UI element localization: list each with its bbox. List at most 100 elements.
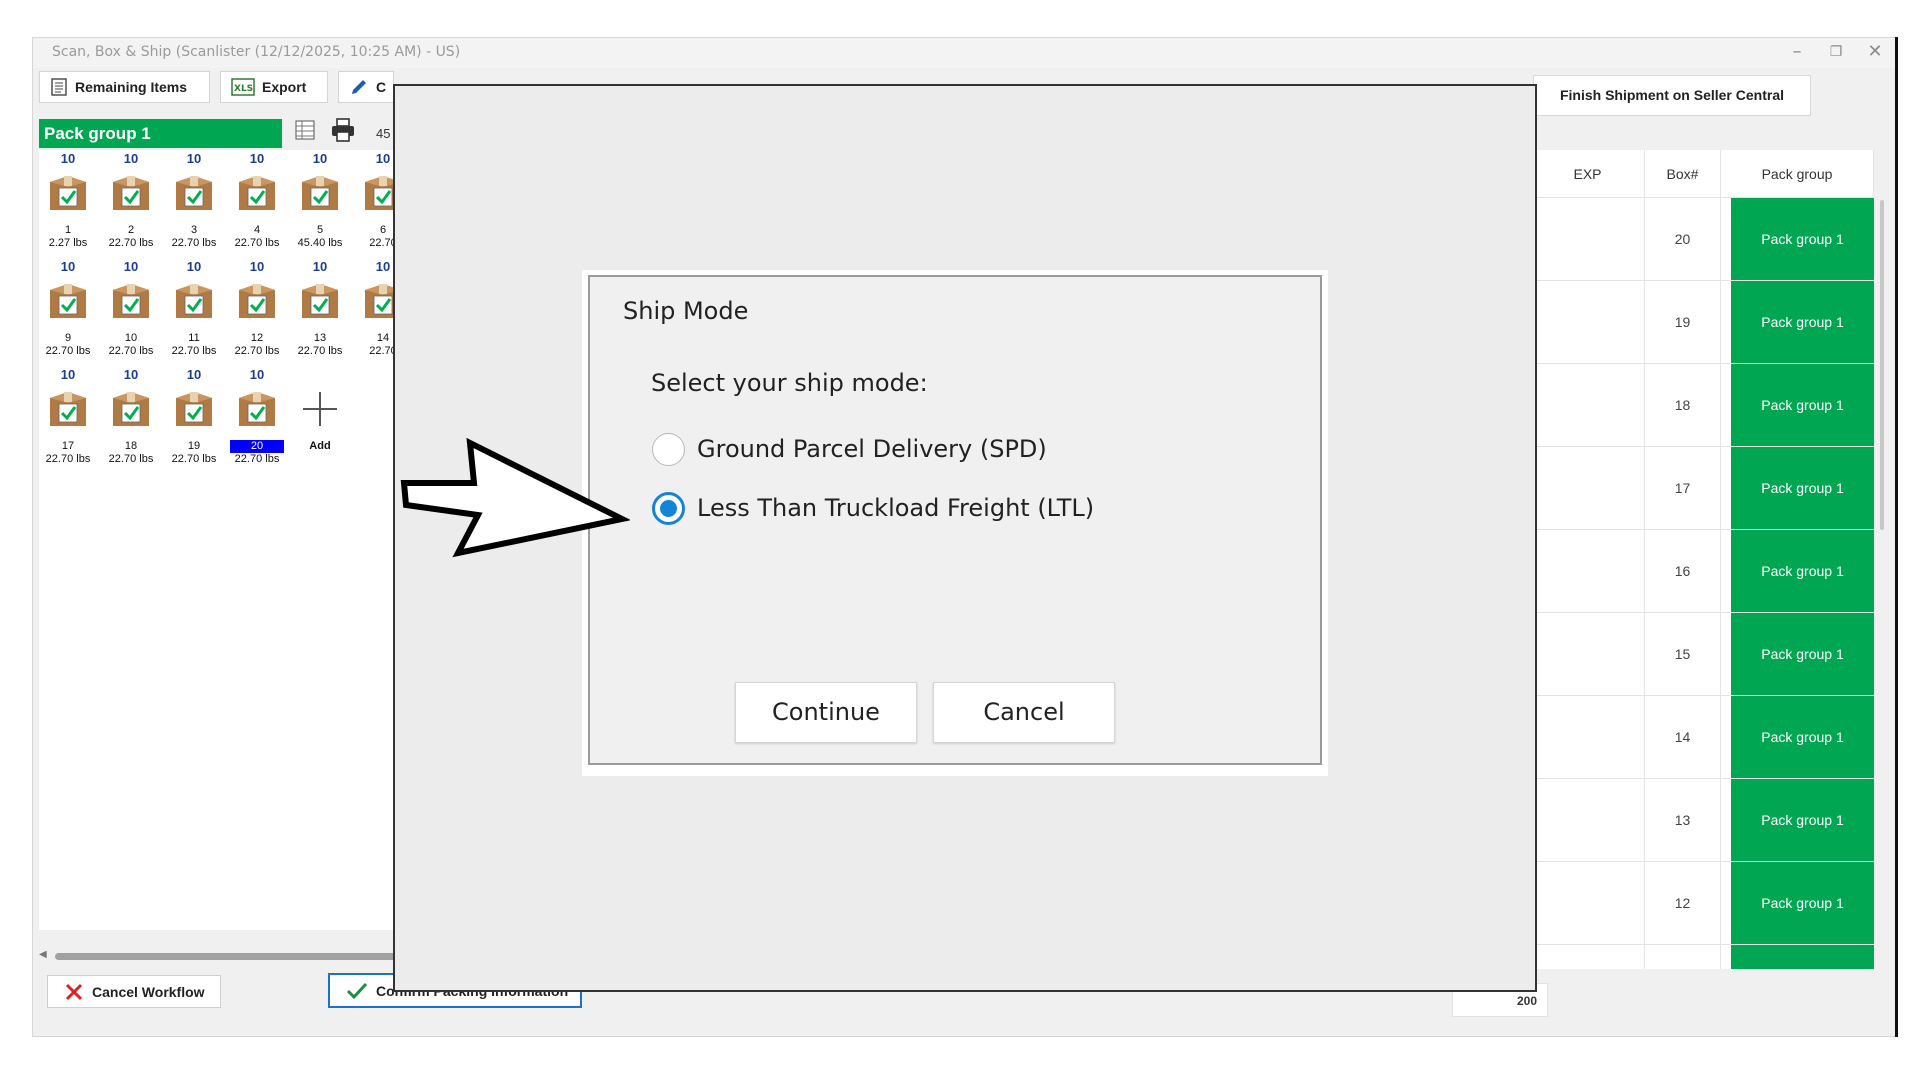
- pack-group-cell[interactable]: [1731, 945, 1874, 969]
- radio-ltl[interactable]: [652, 491, 685, 525]
- box-item-count: 10: [312, 259, 328, 274]
- box-check-icon: [174, 174, 214, 212]
- box-tile[interactable]: 10 2 22.70 lbs: [102, 150, 160, 260]
- remaining-items-label: Remaining Items: [75, 79, 188, 95]
- box-number-cell: 14: [1645, 696, 1721, 778]
- box-check-icon: [111, 282, 151, 320]
- box-weight: 22.70 lbs: [234, 453, 280, 465]
- box-tile[interactable]: 10 11 22.70 lbs: [165, 258, 223, 368]
- pack-group-cell[interactable]: Pack group 1: [1731, 530, 1874, 612]
- scroll-thumb[interactable]: [55, 953, 397, 960]
- box-tile[interactable]: 10 20 22.70 lbs: [228, 366, 286, 476]
- export-label: Export: [262, 79, 307, 95]
- horizontal-scrollbar[interactable]: ◀: [39, 949, 399, 961]
- option-spd-label[interactable]: Ground Parcel Delivery (SPD): [697, 435, 1047, 463]
- exp-cell: [1531, 613, 1645, 695]
- remaining-items-button[interactable]: Remaining Items: [39, 71, 210, 103]
- pack-group-cell[interactable]: Pack group 1: [1731, 779, 1874, 861]
- edit-button[interactable]: C: [338, 71, 394, 103]
- box-number-cell: 20: [1645, 198, 1721, 280]
- window-title: Scan, Box & Ship (Scanlister (12/12/2025…: [52, 44, 461, 60]
- scroll-left-icon[interactable]: ◀: [39, 949, 47, 960]
- exp-cell: [1531, 530, 1645, 612]
- pack-group-partial-value: 45: [376, 126, 391, 141]
- dialog-title: Ship Mode: [623, 297, 749, 325]
- box-tile[interactable]: 10 18 22.70 lbs: [102, 366, 160, 476]
- cancel-button[interactable]: Cancel: [933, 682, 1115, 743]
- box-weight: 2.27 lbs: [48, 237, 88, 249]
- box-tile[interactable]: 10 10 22.70 lbs: [102, 258, 160, 368]
- exp-cell: [1531, 945, 1645, 969]
- table-row[interactable]: 16 Pack group 1: [1531, 530, 1874, 613]
- minimize-button[interactable]: –: [1785, 41, 1809, 65]
- table-row[interactable]: 14 Pack group 1: [1531, 696, 1874, 779]
- box-tile[interactable]: 10 17 22.70 lbs: [39, 366, 97, 476]
- restore-button[interactable]: ❐: [1824, 41, 1848, 65]
- table-row[interactable]: [1531, 945, 1874, 969]
- pack-group-cell[interactable]: Pack group 1: [1731, 862, 1874, 944]
- box-number: 2: [102, 224, 160, 237]
- table-row[interactable]: 12 Pack group 1: [1531, 862, 1874, 945]
- box-weight: 45.40 lbs: [297, 237, 343, 249]
- box-tile[interactable]: 10 3 22.70 lbs: [165, 150, 223, 260]
- arrow-pointer-icon: [400, 437, 630, 558]
- box-tile[interactable]: 10 12 22.70 lbs: [228, 258, 286, 368]
- export-button[interactable]: XLS Export: [220, 71, 328, 103]
- pack-group-cell[interactable]: Pack group 1: [1731, 696, 1874, 778]
- box-tile[interactable]: 10 13 22.70 lbs: [291, 258, 349, 368]
- pack-group-cell[interactable]: Pack group 1: [1731, 198, 1874, 280]
- ship-mode-dialog: Ship Mode Select your ship mode: Ground …: [588, 275, 1322, 765]
- box-number: 11: [165, 332, 223, 345]
- window-edge: [1895, 37, 1898, 1037]
- box-tile[interactable]: 10 19 22.70 lbs: [165, 366, 223, 476]
- box-check-icon: [174, 390, 214, 428]
- box-item-count: 10: [123, 151, 139, 166]
- box-weight: 22.70 lbs: [234, 237, 280, 249]
- option-ltl-label[interactable]: Less Than Truckload Freight (LTL): [697, 494, 1094, 522]
- box-number-cell: 18: [1645, 364, 1721, 446]
- box-number-cell: 13: [1645, 779, 1721, 861]
- pencil-icon: [352, 80, 366, 94]
- close-x-icon: [65, 983, 83, 1000]
- box-table: EXP Box# Pack group 20 Pack group 1 19 Pack…: [1530, 150, 1874, 969]
- vertical-scrollbar[interactable]: [1880, 200, 1884, 530]
- exp-cell: [1531, 364, 1645, 446]
- box-weight: 22.70 lbs: [108, 453, 154, 465]
- table-row[interactable]: 20 Pack group 1: [1531, 198, 1874, 281]
- col-header-exp[interactable]: EXP: [1531, 150, 1645, 198]
- col-header-box[interactable]: Box#: [1645, 150, 1721, 198]
- box-tile[interactable]: 10 5 45.40 lbs: [291, 150, 349, 260]
- box-number: 9: [39, 332, 97, 345]
- pack-group-cell[interactable]: Pack group 1: [1731, 364, 1874, 446]
- box-weight: 22.70 lbs: [108, 345, 154, 357]
- box-tile[interactable]: 10 4 22.70 lbs: [228, 150, 286, 260]
- col-header-pack-group[interactable]: Pack group: [1721, 150, 1874, 198]
- cancel-workflow-button[interactable]: Cancel Workflow: [47, 975, 221, 1008]
- pack-group-header[interactable]: Pack group 1: [39, 119, 282, 148]
- finish-shipment-button[interactable]: Finish Shipment on Seller Central: [1533, 75, 1811, 116]
- grid-icon[interactable]: [294, 119, 316, 141]
- close-button[interactable]: ✕: [1863, 41, 1887, 65]
- box-number: 4: [228, 224, 286, 237]
- radio-spd[interactable]: [652, 432, 685, 466]
- option-spd[interactable]: Ground Parcel Delivery (SPD): [652, 429, 1047, 469]
- option-ltl[interactable]: Less Than Truckload Freight (LTL): [652, 488, 1094, 528]
- continue-button[interactable]: Continue: [735, 682, 917, 743]
- table-row[interactable]: 15 Pack group 1: [1531, 613, 1874, 696]
- box-item-count: 10: [186, 151, 202, 166]
- table-row[interactable]: 18 Pack group 1: [1531, 364, 1874, 447]
- box-item-count: 10: [249, 367, 265, 382]
- table-row[interactable]: 13 Pack group 1: [1531, 779, 1874, 862]
- box-tile[interactable]: 10 9 22.70 lbs: [39, 258, 97, 368]
- printer-icon[interactable]: [330, 117, 356, 143]
- pack-group-cell[interactable]: Pack group 1: [1731, 281, 1874, 363]
- pack-group-cell[interactable]: Pack group 1: [1731, 447, 1874, 529]
- table-row[interactable]: 17 Pack group 1: [1531, 447, 1874, 530]
- table-row[interactable]: 19 Pack group 1: [1531, 281, 1874, 364]
- pack-group-cell[interactable]: Pack group 1: [1731, 613, 1874, 695]
- add-box-button[interactable]: Add: [291, 366, 349, 476]
- box-number: 13: [291, 332, 349, 345]
- box-item-count: 10: [249, 151, 265, 166]
- box-check-icon: [48, 390, 88, 428]
- box-tile[interactable]: 10 1 2.27 lbs: [39, 150, 97, 260]
